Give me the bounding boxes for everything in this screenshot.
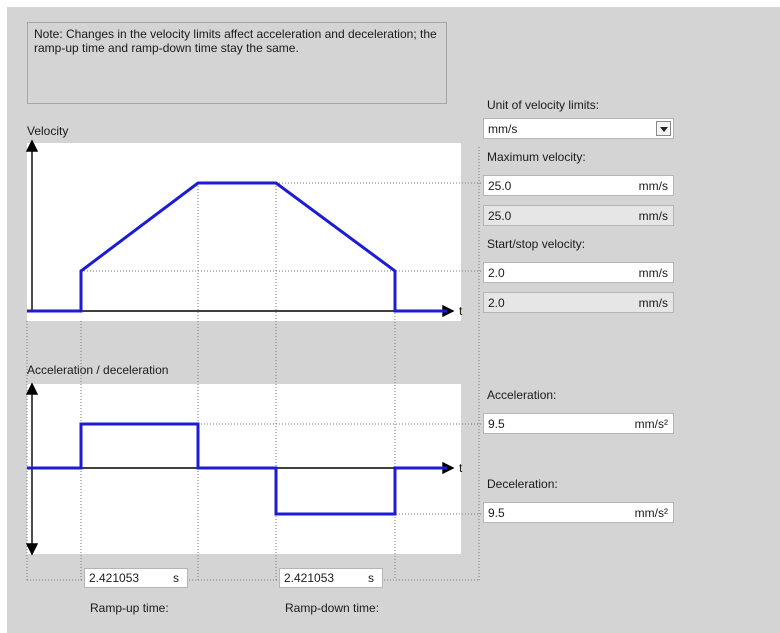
ramp-up-time-input[interactable]: 2.421053 s	[84, 568, 188, 588]
max-velocity-input[interactable]: 25.0 mm/s	[483, 175, 674, 196]
max-velocity-readonly-value: 25.0	[488, 209, 512, 223]
motion-profile-panel: Note: Changes in the velocity limits aff…	[7, 7, 780, 633]
start-stop-velocity-input[interactable]: 2.0 mm/s	[483, 262, 674, 283]
velocity-chart-title: Velocity	[27, 124, 69, 138]
velocity-t-label: t	[459, 304, 463, 318]
ramp-up-time-value: 2.421053	[89, 571, 140, 585]
acceleration-label: Acceleration:	[487, 388, 557, 402]
start-stop-velocity-unit: mm/s	[638, 266, 668, 280]
unit-limits-dropdown[interactable]: mm/s	[483, 118, 674, 139]
ramp-up-time-unit: s	[173, 571, 179, 585]
chevron-down-icon[interactable]	[656, 121, 671, 136]
unit-limits-value: mm/s	[488, 122, 518, 136]
start-stop-velocity-readonly: 2.0 mm/s	[483, 292, 674, 313]
deceleration-input[interactable]: 9.5 mm/s²	[483, 502, 674, 523]
ramp-down-time-input[interactable]: 2.421053 s	[279, 568, 383, 588]
start-stop-velocity-readonly-value: 2.0	[488, 296, 505, 310]
start-stop-velocity-readonly-unit: mm/s	[638, 296, 668, 310]
profile-diagrams	[25, 139, 484, 581]
ramp-down-time-unit: s	[368, 571, 374, 585]
start-stop-velocity-label: Start/stop velocity:	[487, 237, 586, 251]
max-velocity-value: 25.0	[488, 179, 512, 193]
ramp-up-time-label: Ramp-up time:	[90, 601, 169, 615]
max-velocity-unit: mm/s	[638, 179, 668, 193]
acceleration-input[interactable]: 9.5 mm/s²	[483, 413, 674, 434]
acceleration-value: 9.5	[488, 417, 505, 431]
ramp-down-time-value: 2.421053	[284, 571, 335, 585]
max-velocity-readonly: 25.0 mm/s	[483, 205, 674, 226]
ramp-down-time-label: Ramp-down time:	[285, 601, 380, 615]
acceleration-unit: mm/s²	[634, 417, 668, 431]
deceleration-label: Deceleration:	[487, 477, 558, 491]
deceleration-value: 9.5	[488, 506, 505, 520]
deceleration-unit: mm/s²	[634, 506, 668, 520]
accel-t-label: t	[459, 461, 463, 475]
max-velocity-readonly-unit: mm/s	[638, 209, 668, 223]
unit-limits-label: Unit of velocity limits:	[487, 98, 600, 112]
start-stop-velocity-value: 2.0	[488, 266, 505, 280]
max-velocity-label: Maximum velocity:	[487, 150, 586, 164]
accel-chart-title: Acceleration / deceleration	[27, 363, 169, 377]
